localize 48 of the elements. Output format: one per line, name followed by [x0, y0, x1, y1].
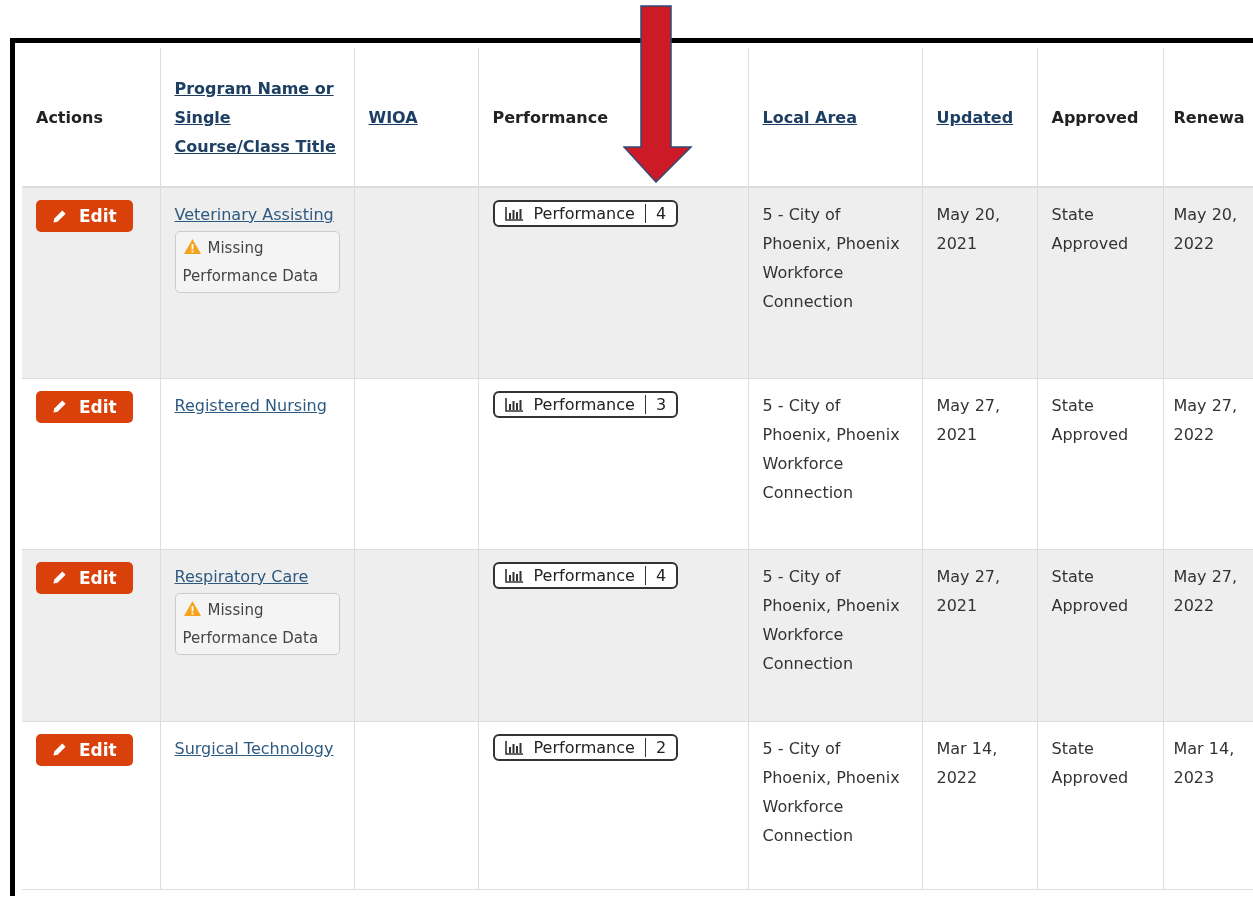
performance-button[interactable]: Performance 4 [492, 200, 679, 227]
bar-chart-icon [504, 567, 524, 583]
updated-date: May 27, 2021 [936, 566, 1001, 615]
column-header: Performance [492, 107, 608, 127]
updated-date: May 27, 2021 [936, 395, 1001, 444]
bar-chart-icon [504, 396, 524, 412]
edit-button[interactable]: Edit [36, 390, 133, 423]
performance-button[interactable]: Performance 3 [492, 390, 679, 418]
column-header: Renewa [1173, 107, 1245, 127]
pencil-icon [52, 399, 67, 414]
renewal-date: Mar 14, 2023 [1173, 737, 1236, 789]
local-area-text: 5 - City of Phoenix, Phoenix Workforce Connection [762, 395, 900, 502]
program-link[interactable]: Registered Nursing [174, 390, 340, 420]
edit-button[interactable]: Edit [36, 561, 133, 594]
column-header: Approved [1051, 107, 1139, 127]
program-link[interactable]: Surgical Technology [174, 733, 340, 763]
performance-button[interactable]: Performance 4 [492, 561, 679, 589]
warning-badge: Missing Performance Data [174, 592, 340, 655]
approval-status: State Approved [1051, 738, 1129, 787]
approval-status: State Approved [1051, 395, 1129, 444]
warning-badge: Missing Performance Data [174, 231, 340, 293]
program-link[interactable]: Respiratory Care [174, 561, 340, 591]
approval-status: State Approved [1051, 205, 1129, 253]
local-area-text: 5 - City of Phoenix, Phoenix Workforce Connection [762, 566, 900, 673]
updated-date: May 20, 2021 [936, 205, 1001, 253]
local-area-text: 5 - City of Phoenix, Phoenix Workforce Connection [762, 738, 900, 845]
pencil-icon [52, 208, 67, 224]
bar-chart-icon [504, 739, 524, 755]
approval-status: State Approved [1051, 566, 1129, 615]
edit-button[interactable]: Edit [36, 200, 133, 232]
column-sort-link[interactable]: Updated [936, 102, 1023, 132]
renewal-date: May 27, 2022 [1173, 394, 1239, 446]
renewal-date: May 20, 2022 [1173, 204, 1239, 255]
warning-icon [182, 599, 202, 617]
pencil-icon [52, 742, 67, 757]
renewal-date: May 27, 2022 [1173, 565, 1239, 617]
pencil-icon [52, 570, 67, 585]
program-link[interactable]: Veterinary Assisting [174, 200, 340, 229]
updated-date: Mar 14, 2022 [936, 738, 998, 787]
performance-button[interactable]: Performance 2 [492, 733, 679, 761]
column-sort-link[interactable]: Local Area [762, 102, 908, 132]
bar-chart-icon [504, 206, 524, 221]
local-area-text: 5 - City of Phoenix, Phoenix Workforce Connection [762, 205, 900, 311]
column-sort-link[interactable]: Program Name or Single Course/Class Title [174, 73, 340, 161]
edit-button[interactable]: Edit [36, 733, 133, 766]
warning-icon [182, 238, 202, 255]
column-sort-link[interactable]: WIOA [368, 102, 464, 132]
column-header: Actions [36, 107, 103, 127]
